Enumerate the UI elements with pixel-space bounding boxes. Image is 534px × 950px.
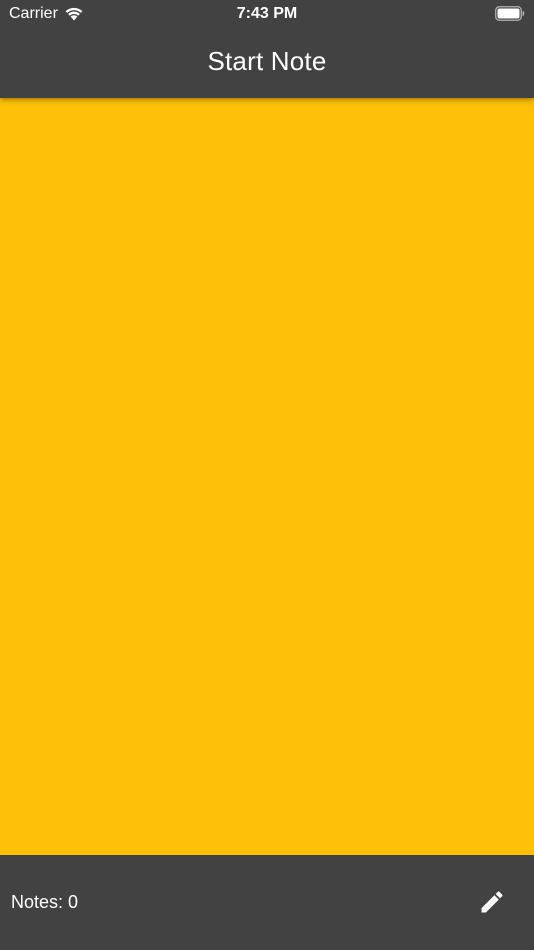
page-title: Start Note — [207, 46, 327, 76]
status-time: 7:43 PM — [236, 5, 298, 22]
notes-content-area — [0, 98, 534, 855]
notes-count-label: Notes: 0 — [11, 892, 79, 912]
battery-full-icon — [495, 6, 525, 21]
bottom-bar — [0, 855, 534, 950]
status-bar: Carrier 7:43 PM — [0, 0, 534, 28]
top-app-bar: Carrier 7:43 PM Start Note — [0, 0, 534, 98]
pencil-icon — [481, 891, 503, 913]
new-note-button[interactable] — [474, 884, 510, 920]
app-screen: Carrier 7:43 PM Start Note Notes: 0 — [0, 0, 534, 950]
